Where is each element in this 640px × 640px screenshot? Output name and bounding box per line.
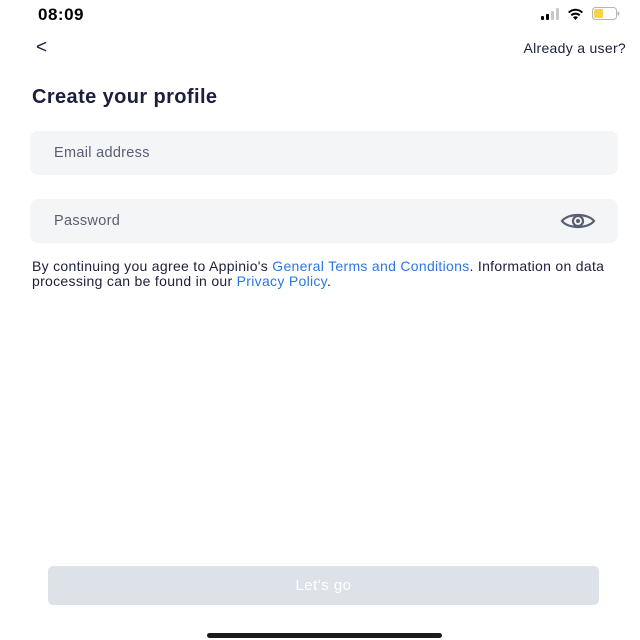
email-input[interactable]: [52, 144, 536, 162]
status-icons: [541, 7, 620, 20]
home-indicator: [207, 633, 442, 638]
privacy-policy-link[interactable]: Privacy Policy: [237, 273, 327, 289]
page-title: Create your profile: [32, 86, 218, 108]
battery-icon: [592, 7, 620, 20]
signup-screen: 08:09 < Already a user? Create your prof…: [0, 0, 640, 640]
email-field-container: [30, 131, 618, 175]
terms-text-after: .: [326, 272, 332, 289]
password-field-container: [30, 199, 618, 243]
status-bar: 08:09: [0, 0, 640, 32]
lets-go-button[interactable]: Let's go: [48, 566, 599, 605]
eye-icon[interactable]: [560, 211, 596, 231]
terms-notice: By continuing you agree to Appinio's Gen…: [32, 259, 607, 288]
signal-icon: [541, 7, 559, 20]
back-button[interactable]: <: [36, 37, 47, 59]
password-input[interactable]: [52, 212, 536, 230]
wifi-icon: [568, 8, 583, 20]
already-user-link[interactable]: Already a user?: [523, 40, 626, 56]
status-time: 08:09: [38, 5, 84, 24]
